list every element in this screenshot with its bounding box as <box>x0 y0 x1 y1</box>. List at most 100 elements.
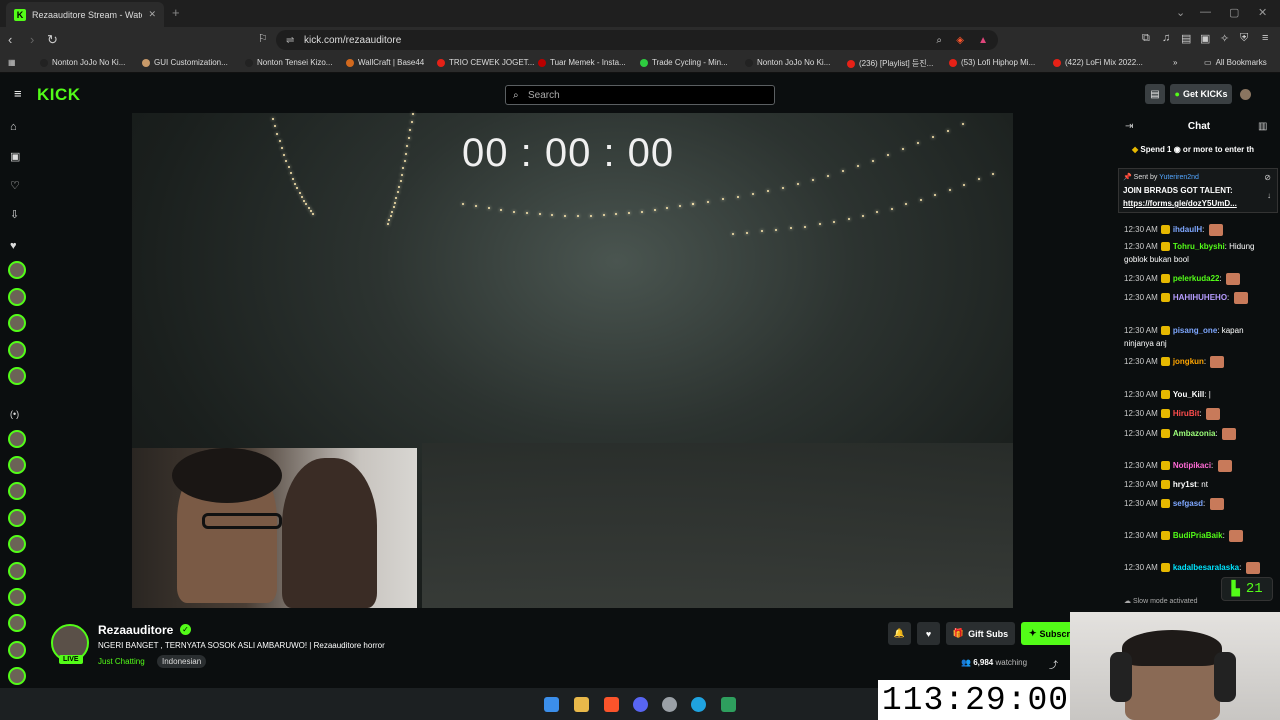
brave-shield-icon[interactable]: ◈ <box>956 35 964 46</box>
language-tag[interactable]: Indonesian <box>157 655 207 668</box>
windows-start-icon[interactable] <box>544 697 559 712</box>
chat-username[interactable]: HiruBit <box>1173 409 1200 418</box>
recommended-channel-avatar[interactable] <box>8 614 26 632</box>
share-icon[interactable]: ⤴ <box>1049 658 1058 671</box>
bookmark-item[interactable]: Tuar Memek - Insta... <box>538 58 626 67</box>
get-kicks-button[interactable]: ● Get KICKs <box>1170 84 1232 104</box>
gift-subs-button[interactable]: 🎁 Gift Subs <box>946 622 1015 645</box>
followed-channel-avatar[interactable] <box>8 314 26 332</box>
string-light-bulb <box>296 187 299 190</box>
pinned-link[interactable]: https://forms.gle/dozY5UmD... <box>1123 199 1237 208</box>
bookmark-item[interactable]: Nonton Tensei Kizo... <box>245 58 332 67</box>
all-bookmarks[interactable]: ▭ All Bookmarks <box>1204 58 1267 67</box>
search-input[interactable]: ⌕ Search <box>505 85 775 105</box>
home-icon[interactable]: ⌂ <box>10 121 17 133</box>
maximize-icon[interactable]: ▢ <box>1229 6 1239 19</box>
bookmark-item[interactable]: (53) Lofi Hiphop Mi... <box>949 58 1035 67</box>
tab-search-icon[interactable]: ⌄ <box>1176 6 1185 19</box>
chat-username[interactable]: jongkun <box>1173 357 1204 366</box>
close-tab-icon[interactable]: ✕ <box>148 9 156 20</box>
discord-icon[interactable] <box>633 697 648 712</box>
brave-browser-icon[interactable] <box>604 697 619 712</box>
url-field[interactable]: ⇌ kick.com/rezaauditore ⌕ ◈ ▲ <box>276 30 998 50</box>
chat-username[interactable]: BudiPriaBaik <box>1173 531 1223 540</box>
recommended-channel-avatar[interactable] <box>8 482 26 500</box>
hamburger-menu-icon[interactable]: ≡ <box>14 86 22 101</box>
file-explorer-icon[interactable] <box>574 697 589 712</box>
bookmark-item[interactable]: (236) [Playlist] 듣진... <box>847 58 933 69</box>
unpin-icon[interactable]: ⊘ <box>1264 173 1271 182</box>
chat-settings-icon[interactable]: ▥ <box>1258 121 1267 132</box>
media-icon[interactable]: ♫ <box>1162 32 1170 44</box>
string-light-bulb <box>392 206 395 209</box>
chat-username[interactable]: Notipikaci <box>1173 461 1211 470</box>
bookmark-icon[interactable]: ⚐ <box>258 32 268 45</box>
browser-tab[interactable]: K Rezaauditore Stream - Watch ✕ <box>6 2 164 27</box>
menu-icon[interactable]: ≡ <box>1262 32 1268 44</box>
new-tab-icon[interactable]: + <box>172 5 180 20</box>
channel-name[interactable]: Rezaauditore <box>98 623 173 637</box>
close-window-icon[interactable]: ✕ <box>1258 6 1267 19</box>
chat-username[interactable]: You_Kill <box>1173 390 1204 399</box>
recommended-channel-avatar[interactable] <box>8 430 26 448</box>
obs-icon[interactable] <box>662 697 677 712</box>
reload-icon[interactable]: ↻ <box>47 32 58 48</box>
recommended-channel-avatar[interactable] <box>8 562 26 580</box>
bookmark-item[interactable]: TRIO CEWEK JOGET... <box>437 58 534 67</box>
site-info-icon[interactable]: ⇌ <box>286 35 294 46</box>
back-icon[interactable]: ‹ <box>8 32 12 47</box>
chat-username[interactable]: pisang_one <box>1173 326 1217 335</box>
vpn-icon[interactable]: ⛨ <box>1240 32 1248 45</box>
user-avatar[interactable] <box>1240 89 1251 100</box>
following-icon[interactable]: ♡ <box>10 179 20 192</box>
chat-username[interactable]: HAHIHUHEHO <box>1173 293 1227 302</box>
zoom-search-icon[interactable]: ⌕ <box>936 35 942 46</box>
chat-username[interactable]: pelerkuda22 <box>1173 274 1220 283</box>
theater-mode-icon[interactable]: ▤ <box>1145 84 1165 104</box>
edge-icon[interactable] <box>691 697 706 712</box>
follow-heart-button[interactable]: ♥ <box>917 622 940 645</box>
followed-channel-avatar[interactable] <box>8 261 26 279</box>
followed-channel-avatar[interactable] <box>8 367 26 385</box>
bookmark-item[interactable]: Nonton JoJo No Ki... <box>40 58 125 67</box>
chat-username[interactable]: ihdaulH <box>1173 225 1202 234</box>
apps-grid-icon[interactable]: ▦ <box>8 58 16 67</box>
recommended-channel-avatar[interactable] <box>8 641 26 659</box>
chat-username[interactable]: Tohru_kbyshi <box>1173 242 1225 251</box>
leo-ai-icon[interactable]: ✧ <box>1220 32 1229 45</box>
bookmark-item[interactable]: (422) LoFi Mix 2022... <box>1053 58 1143 67</box>
sidebar-toggle-icon[interactable]: ▤ <box>1181 32 1191 45</box>
bookmark-item[interactable]: WallCraft | Base44 <box>346 58 424 67</box>
chat-username[interactable]: hry1st <box>1173 480 1197 489</box>
category-link[interactable]: Just Chatting <box>98 657 145 666</box>
chat-username[interactable]: kadalbesaralaska <box>1173 563 1239 572</box>
kick-logo[interactable]: KICK <box>37 85 81 105</box>
minimize-icon[interactable]: — <box>1200 6 1211 18</box>
app-triangle-icon[interactable] <box>721 697 736 712</box>
video-player[interactable]: 00 : 00 : 00 <box>132 113 1013 608</box>
subscribe-button[interactable]: ✦Subscribe <box>1021 622 1071 645</box>
wallet-icon[interactable]: ▣ <box>1200 32 1210 45</box>
followed-channel-avatar[interactable] <box>8 288 26 306</box>
bookmark-item[interactable]: Nonton JoJo No Ki... <box>745 58 830 67</box>
recommended-channel-avatar[interactable] <box>8 535 26 553</box>
followed-channel-avatar[interactable] <box>8 341 26 359</box>
notification-bell-button[interactable]: 🔔 <box>888 622 911 645</box>
bookmark-item[interactable]: Trade Cycling - Min... <box>640 58 728 67</box>
recommended-channel-avatar[interactable] <box>8 667 26 685</box>
brave-rewards-icon[interactable]: ▲ <box>978 35 988 46</box>
forward-icon[interactable]: › <box>30 32 34 47</box>
recommended-channel-avatar[interactable] <box>8 456 26 474</box>
pinned-message: 📌 Sent by Yuteriren2nd ⊘ ↓ JOIN BRRADS G… <box>1118 168 1278 213</box>
recommended-channel-avatar[interactable] <box>8 509 26 527</box>
bookmark-item[interactable]: GUI Customization... <box>142 58 228 67</box>
extensions-icon[interactable]: ⧉ <box>1142 32 1150 45</box>
expand-pinned-icon[interactable]: ↓ <box>1267 191 1271 200</box>
spend-kicks-banner[interactable]: ◆ Spend 1 ◉ or more to enter th <box>1132 145 1254 154</box>
chat-username[interactable]: sefgasd <box>1173 499 1203 508</box>
more-bookmarks-icon[interactable]: » <box>1173 58 1177 67</box>
chat-username[interactable]: Ambazonia <box>1173 429 1216 438</box>
clips-icon[interactable]: ⇩ <box>10 208 19 221</box>
browse-icon[interactable]: ▣ <box>10 150 20 163</box>
recommended-channel-avatar[interactable] <box>8 588 26 606</box>
